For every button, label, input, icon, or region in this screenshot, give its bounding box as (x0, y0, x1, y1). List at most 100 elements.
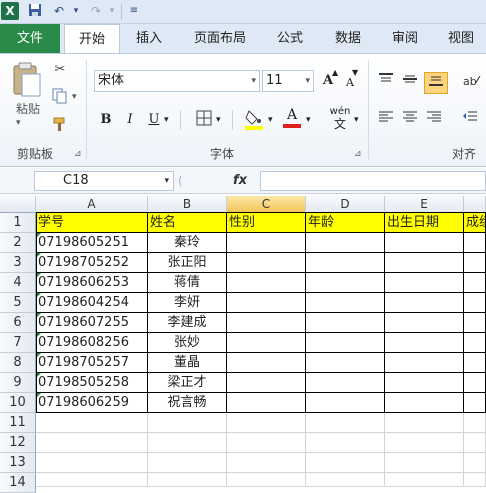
student-id-cell[interactable]: 07198705257 (36, 353, 148, 373)
borders-dropdown-icon[interactable]: ▾ (216, 115, 221, 125)
row-header[interactable]: 7 (0, 333, 36, 353)
student-id-cell[interactable]: 07198606253 (36, 273, 148, 293)
paste-icon[interactable] (8, 60, 44, 97)
column-header-b[interactable]: B (148, 196, 227, 213)
row-header[interactable]: 6 (0, 313, 36, 333)
tab-home[interactable]: 开始 (64, 24, 120, 53)
age-cell[interactable] (306, 353, 385, 373)
header-cell-age[interactable]: 年龄 (306, 213, 385, 233)
fill-color-dropdown-icon[interactable]: ▾ (268, 115, 273, 125)
undo-dropdown-icon[interactable]: ▾ (68, 3, 84, 19)
birthdate-cell[interactable] (385, 393, 464, 413)
row-header[interactable]: 8 (0, 353, 36, 373)
font-launcher-icon[interactable]: ⊿ (354, 149, 364, 159)
fill-color-icon[interactable] (244, 108, 264, 130)
student-name-cell[interactable]: 秦玲 (148, 233, 227, 253)
tab-data[interactable]: 数据 (322, 24, 374, 53)
phonetic-button[interactable]: wén 文 (328, 106, 352, 130)
student-name-cell[interactable]: 蒋倩 (148, 273, 227, 293)
gender-cell[interactable] (227, 273, 306, 293)
empty-cell[interactable] (464, 453, 486, 473)
underline-button[interactable]: U (144, 110, 164, 130)
empty-cell[interactable] (148, 413, 227, 433)
column-header-a[interactable]: A (36, 196, 148, 213)
gender-cell[interactable] (227, 253, 306, 273)
name-box[interactable]: C18 ▾ (34, 171, 174, 191)
font-color-button[interactable]: A (282, 106, 302, 130)
tab-file[interactable]: 文件 (0, 24, 60, 53)
empty-cell[interactable] (306, 473, 385, 487)
score-cell[interactable] (464, 273, 486, 293)
formula-bar-handle-icon[interactable]: ( (178, 171, 196, 191)
score-cell[interactable] (464, 233, 486, 253)
customize-qat-icon[interactable]: ≡ (126, 3, 142, 19)
student-name-cell[interactable]: 祝言畅 (148, 393, 227, 413)
tab-review[interactable]: 审阅 (380, 24, 430, 53)
empty-cell[interactable] (227, 413, 306, 433)
student-id-cell[interactable]: 07198608256 (36, 333, 148, 353)
birthdate-cell[interactable] (385, 333, 464, 353)
header-cell-score[interactable]: 成绩 (464, 213, 486, 233)
align-middle-icon[interactable] (400, 72, 420, 92)
empty-cell[interactable] (385, 413, 464, 433)
column-header-f[interactable] (464, 196, 486, 213)
format-painter-icon[interactable] (50, 116, 70, 136)
header-cell-birthdate[interactable]: 出生日期 (385, 213, 464, 233)
empty-cell[interactable] (36, 453, 148, 473)
age-cell[interactable] (306, 393, 385, 413)
row-header[interactable]: 4 (0, 273, 36, 293)
row-header[interactable]: 9 (0, 373, 36, 393)
excel-logo-icon[interactable]: X (1, 2, 19, 20)
student-id-cell[interactable]: 07198705252 (36, 253, 148, 273)
paste-dropdown-icon[interactable]: ▾ (16, 118, 21, 128)
row-header[interactable]: 2 (0, 233, 36, 253)
empty-cell[interactable] (306, 433, 385, 453)
student-id-cell[interactable]: 07198607255 (36, 313, 148, 333)
empty-cell[interactable] (385, 473, 464, 487)
tab-page-layout[interactable]: 页面布局 (180, 24, 260, 53)
redo-dropdown-icon[interactable]: ▾ (104, 3, 120, 19)
tab-insert[interactable]: 插入 (122, 24, 176, 53)
header-cell-gender[interactable]: 性别 (227, 213, 306, 233)
empty-cell[interactable] (227, 433, 306, 453)
score-cell[interactable] (464, 373, 486, 393)
row-header[interactable]: 3 (0, 253, 36, 273)
student-id-cell[interactable]: 07198505258 (36, 373, 148, 393)
orientation-icon[interactable]: ab (462, 72, 482, 92)
student-name-cell[interactable]: 董晶 (148, 353, 227, 373)
student-id-cell[interactable]: 07198606259 (36, 393, 148, 413)
tab-formulas[interactable]: 公式 (264, 24, 316, 53)
save-icon[interactable] (27, 3, 43, 19)
column-header-d[interactable]: D (306, 196, 385, 213)
empty-cell[interactable] (464, 473, 486, 487)
gender-cell[interactable] (227, 333, 306, 353)
borders-icon[interactable] (194, 110, 214, 130)
cut-icon[interactable]: ✂ (50, 60, 70, 80)
row-header[interactable]: 11 (0, 413, 36, 433)
gender-cell[interactable] (227, 373, 306, 393)
font-name-select[interactable]: 宋体 ▾ (94, 70, 260, 92)
column-header-c[interactable]: C (227, 196, 306, 213)
age-cell[interactable] (306, 273, 385, 293)
align-left-icon[interactable] (376, 110, 396, 130)
empty-cell[interactable] (148, 433, 227, 453)
birthdate-cell[interactable] (385, 373, 464, 393)
empty-cell[interactable] (385, 453, 464, 473)
student-name-cell[interactable]: 张正阳 (148, 253, 227, 273)
empty-cell[interactable] (306, 413, 385, 433)
age-cell[interactable] (306, 233, 385, 253)
row-header[interactable]: 13 (0, 453, 36, 473)
phonetic-dropdown-icon[interactable]: ▾ (354, 115, 359, 125)
birthdate-cell[interactable] (385, 293, 464, 313)
birthdate-cell[interactable] (385, 253, 464, 273)
insert-function-icon[interactable]: fx (222, 171, 258, 191)
row-header[interactable]: 1 (0, 213, 36, 233)
empty-cell[interactable] (227, 453, 306, 473)
column-header-e[interactable]: E (385, 196, 464, 213)
student-name-cell[interactable]: 李妍 (148, 293, 227, 313)
formula-input[interactable] (260, 171, 486, 191)
age-cell[interactable] (306, 253, 385, 273)
empty-cell[interactable] (306, 453, 385, 473)
gender-cell[interactable] (227, 353, 306, 373)
empty-cell[interactable] (36, 433, 148, 453)
